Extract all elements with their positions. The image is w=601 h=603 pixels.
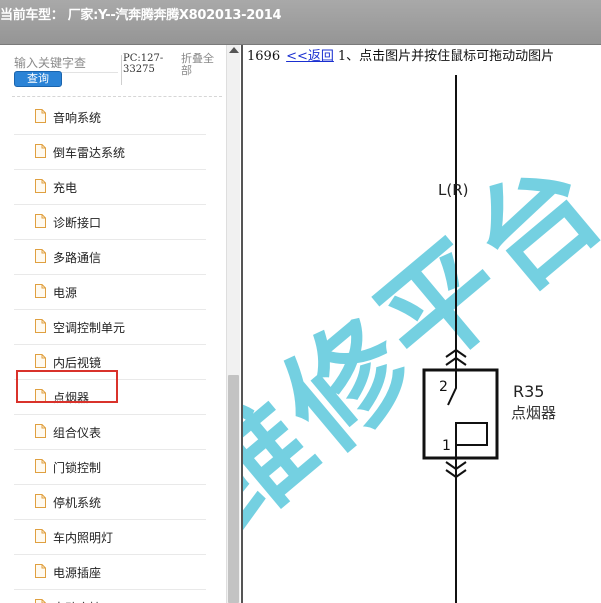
tree-item[interactable]: 门锁控制 [14, 451, 206, 485]
tree-item-label: 多路通信 [53, 251, 102, 265]
tree-item-label: 充电 [53, 181, 78, 195]
page-number: 1696 [247, 49, 281, 64]
content-header: 1696 <<返回 1、点击图片并按住鼠标可拖动动图片 [247, 45, 554, 64]
document-icon [35, 459, 46, 473]
document-icon [35, 249, 46, 263]
watermark: 维修平台 [243, 131, 601, 556]
document-icon [35, 144, 46, 158]
section-tree: 音响系统倒车雷达系统 充电诊断接口多路通信电源空调控制单元 内后视镜点烟器组合仪表门… [14, 101, 206, 603]
back-link[interactable]: <<返回 [286, 49, 334, 64]
separator [12, 96, 222, 97]
document-icon [35, 214, 46, 228]
tree-item-label: 点烟器 [53, 391, 90, 405]
tree-item[interactable]: 音响系统 [14, 101, 206, 135]
tree-item[interactable]: 内后视镜 [14, 346, 206, 380]
pin-2-label: 2 [439, 379, 448, 395]
tree-item[interactable]: 电源插座 [14, 556, 206, 590]
tree-item-label: 空调控制单元 [53, 321, 126, 335]
tree-item-label: 电动座椅 [53, 599, 101, 603]
tree-item-label: 音响系统 [53, 111, 102, 125]
tree-item-label: 门锁控制 [53, 461, 102, 475]
divider [121, 55, 122, 85]
heater-element [455, 422, 488, 457]
tree-item[interactable]: 车内照明灯 [14, 521, 206, 555]
scroll-up-arrow-icon[interactable] [229, 47, 239, 53]
document-icon [35, 354, 46, 368]
tree-item[interactable]: 多路通信 [14, 241, 206, 275]
tree-item[interactable]: 点烟器 [14, 381, 206, 415]
document-icon [35, 564, 46, 578]
tree-item-label: 倒车雷达系统 [53, 146, 126, 160]
sidebar-scrollbar[interactable] [226, 45, 240, 603]
component-name: 点烟器 [511, 404, 556, 422]
tree-item-label: 组合仪表 [53, 426, 102, 440]
pin-1-label: 1 [442, 438, 451, 454]
tree-item-label: 电源 [53, 286, 78, 300]
tree-item[interactable]: 组合仪表 [14, 416, 206, 450]
tree-item[interactable]: 空调控制单元 [14, 311, 206, 345]
document-icon [35, 529, 46, 543]
sidebar: 查询 PC:127-33275 折叠全部 音响系统倒车雷达系统充电诊断接口多路通… [0, 45, 240, 603]
document-icon [35, 494, 46, 508]
tree-item-label: 车内照明灯 [53, 531, 114, 545]
tree-item[interactable]: 停机系统 [14, 486, 206, 520]
tree-item[interactable]: 电动座椅 [14, 591, 206, 603]
wire-label: L(R) [438, 181, 468, 199]
tree-item-label: 内后视镜 [53, 356, 102, 370]
pc-label: PC:127-33275 [123, 53, 164, 75]
title-bar: 当前车型： 厂家:Y--汽奔腾奔腾X802013-2014 [0, 0, 601, 45]
tree-item[interactable]: 诊断接口 [14, 206, 206, 240]
tree-item-label: 停机系统 [53, 496, 102, 510]
diagram-panel[interactable]: 维修平台 L(R) 2 1 R35 点烟器 1696 <<返回 1、点击图片并按住鼠… [241, 45, 601, 603]
tree-item-label: 诊断接口 [53, 216, 102, 230]
search-input[interactable] [14, 55, 118, 71]
tree-item[interactable]: 充电 [14, 171, 206, 205]
document-icon [35, 109, 46, 123]
scroll-thumb[interactable] [228, 375, 239, 603]
wiring-diagram[interactable]: 维修平台 L(R) 2 1 R35 点烟器 [243, 45, 601, 603]
document-icon [35, 284, 46, 298]
component-code: R35 [513, 382, 544, 401]
document-icon [35, 599, 46, 603]
document-icon [35, 179, 46, 193]
document-icon [35, 319, 46, 333]
tree-item[interactable]: 倒车雷达系统 [14, 136, 206, 170]
document-icon [35, 389, 46, 403]
query-button[interactable]: 查询 [14, 71, 62, 87]
document-icon [35, 424, 46, 438]
tree-item[interactable]: 电源 [14, 276, 206, 310]
collapse-all-link[interactable]: 折叠全部 [181, 53, 223, 77]
current-vehicle-title: 当前车型： 厂家:Y--汽奔腾奔腾X802013-2014 [0, 8, 282, 23]
tree-item-label: 电源插座 [53, 566, 102, 580]
instruction-text: 1、点击图片并按住鼠标可拖动动图片 [337, 49, 555, 64]
